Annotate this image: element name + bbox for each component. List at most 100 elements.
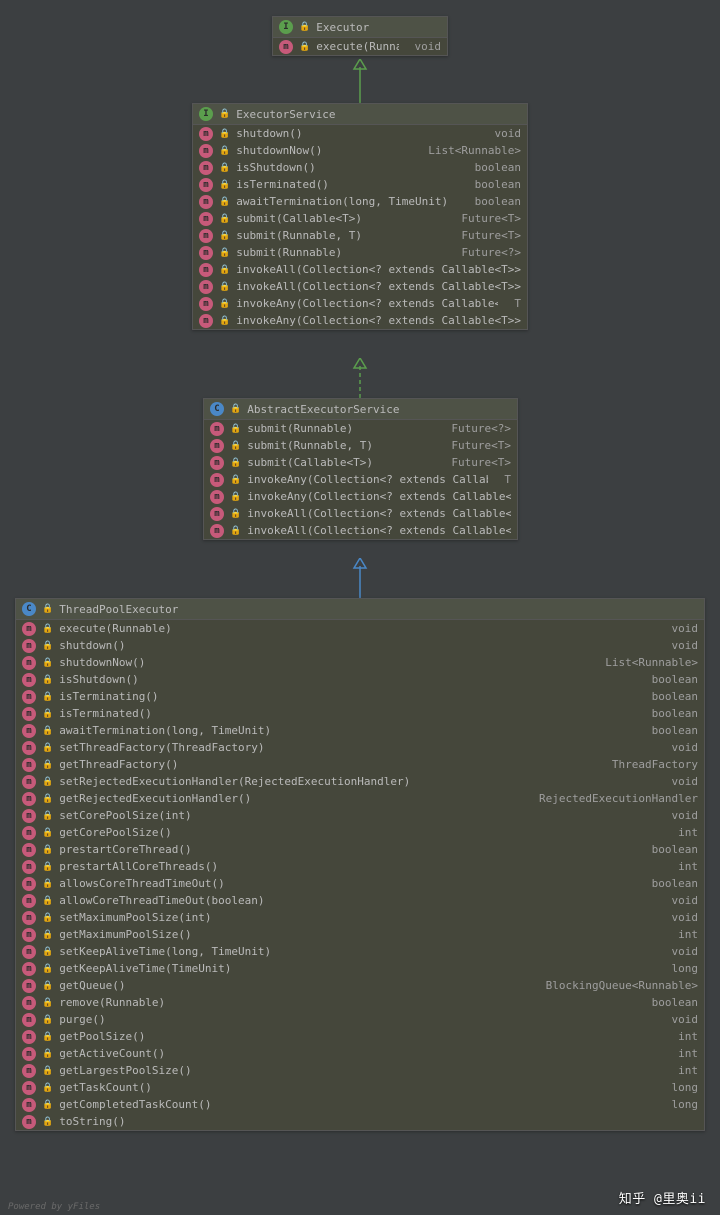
method-row[interactable]: m🔒remove(Runnable)boolean [16, 994, 704, 1011]
lock-icon: 🔒 [230, 475, 241, 485]
method-signature: getPoolSize() [59, 1030, 662, 1043]
lock-icon: 🔒 [42, 604, 53, 614]
method-row[interactable]: m🔒execute(Runnable)void [273, 38, 447, 55]
lock-icon: 🔒 [42, 913, 53, 923]
method-row[interactable]: m🔒getActiveCount()int [16, 1045, 704, 1062]
class-body: m🔒execute(Runnable)voidm🔒shutdown()void m… [16, 620, 704, 1130]
method-icon: m [22, 996, 36, 1010]
method-signature: allowsCoreThreadTimeOut() [59, 877, 635, 890]
method-signature: submit(Callable<T>) [236, 212, 445, 225]
return-type: int [668, 826, 698, 839]
method-row[interactable]: m🔒getRejectedExecutionHandler()RejectedE… [16, 790, 704, 807]
method-row[interactable]: m🔒invokeAll(Collection<? extends Callabl… [193, 278, 527, 295]
return-type: long [662, 1098, 699, 1111]
lock-icon: 🔒 [299, 42, 310, 52]
return-type: List<Runnable> [595, 656, 698, 669]
method-row[interactable]: m🔒allowsCoreThreadTimeOut()boolean [16, 875, 704, 892]
return-type: Future<T> [441, 456, 511, 469]
method-icon: m [279, 40, 293, 54]
method-row[interactable]: m🔒shutdownNow()List<Runnable> [16, 654, 704, 671]
lock-icon: 🔒 [42, 675, 53, 685]
method-row[interactable]: m🔒prestartCoreThread()boolean [16, 841, 704, 858]
lock-icon: 🔒 [42, 777, 53, 787]
return-type: boolean [642, 673, 698, 686]
method-icon: m [210, 422, 224, 436]
method-row[interactable]: m🔒getQueue()BlockingQueue<Runnable> [16, 977, 704, 994]
class-header: I🔒ExecutorService [193, 104, 527, 125]
method-row[interactable]: m🔒shutdown()void [16, 637, 704, 654]
method-row[interactable]: m🔒invokeAll(Collection<? extends Callabl… [204, 505, 517, 522]
method-row[interactable]: m🔒invokeAny(Collection<? extends Callabl… [193, 295, 527, 312]
method-row[interactable]: m🔒setKeepAliveTime(long, TimeUnit)void [16, 943, 704, 960]
lock-icon: 🔒 [219, 146, 230, 156]
method-signature: submit(Callable<T>) [247, 456, 435, 469]
lock-icon: 🔒 [42, 964, 53, 974]
lock-icon: 🔒 [42, 930, 53, 940]
class-box-executor-service[interactable]: I🔒ExecutorServicem🔒shutdown()voidm🔒shutd… [192, 103, 528, 330]
method-row[interactable]: m🔒getKeepAliveTime(TimeUnit)long [16, 960, 704, 977]
class-box-abstract-executor-service[interactable]: C🔒AbstractExecutorServicem🔒submit(Runnab… [203, 398, 518, 540]
method-row[interactable]: m🔒setRejectedExecutionHandler(RejectedEx… [16, 773, 704, 790]
method-signature: submit(Runnable, T) [236, 229, 445, 242]
method-icon: m [22, 1098, 36, 1112]
method-row[interactable]: m🔒isTerminating()boolean [16, 688, 704, 705]
method-row[interactable]: m🔒isShutdown()boolean [16, 671, 704, 688]
method-row[interactable]: m🔒submit(Runnable)Future<?> [204, 420, 517, 437]
lock-icon: 🔒 [42, 845, 53, 855]
lock-icon: 🔒 [42, 1049, 53, 1059]
method-signature: isTerminating() [59, 690, 635, 703]
method-row[interactable]: m🔒getCompletedTaskCount()long [16, 1096, 704, 1113]
method-row[interactable]: m🔒submit(Callable<T>)Future<T> [193, 210, 527, 227]
method-row[interactable]: m🔒invokeAny(Collection<? extends Callabl… [204, 471, 517, 488]
method-icon: m [22, 911, 36, 925]
method-row[interactable]: m🔒setMaximumPoolSize(int)void [16, 909, 704, 926]
return-type: boolean [642, 877, 698, 890]
method-row[interactable]: m🔒submit(Runnable, T)Future<T> [193, 227, 527, 244]
class-name: AbstractExecutorService [247, 403, 399, 416]
class-box-executor[interactable]: I🔒Executorm🔒execute(Runnable)void [272, 16, 448, 56]
lock-icon: 🔒 [219, 163, 230, 173]
method-row[interactable]: m🔒submit(Callable<T>)Future<T> [204, 454, 517, 471]
class-box-thread-pool-executor[interactable]: C🔒ThreadPoolExecutorm🔒execute(Runnable)v… [15, 598, 705, 1131]
method-row[interactable]: m🔒invokeAny(Collection<? extends Callabl… [193, 312, 527, 329]
method-row[interactable]: m🔒submit(Runnable)Future<?> [193, 244, 527, 261]
method-row[interactable]: m🔒getLargestPoolSize()int [16, 1062, 704, 1079]
method-row[interactable]: m🔒isShutdown()boolean [193, 159, 527, 176]
lock-icon: 🔒 [42, 811, 53, 821]
method-row[interactable]: m🔒submit(Runnable, T)Future<T> [204, 437, 517, 454]
interface-icon: I [199, 107, 213, 121]
method-row[interactable]: m🔒invokeAll(Collection<? extends Callabl… [193, 261, 527, 278]
method-row[interactable]: m🔒invokeAll(Collection<? extends Callabl… [204, 522, 517, 539]
method-row[interactable]: m🔒isTerminated()boolean [16, 705, 704, 722]
method-row[interactable]: m🔒awaitTermination(long, TimeUnit)boolea… [16, 722, 704, 739]
method-row[interactable]: m🔒setCorePoolSize(int)void [16, 807, 704, 824]
method-row[interactable]: m🔒isTerminated()boolean [193, 176, 527, 193]
lock-icon: 🔒 [42, 794, 53, 804]
return-type: boolean [642, 843, 698, 856]
method-row[interactable]: m🔒invokeAny(Collection<? extends Callabl… [204, 488, 517, 505]
method-row[interactable]: m🔒purge()void [16, 1011, 704, 1028]
method-row[interactable]: m🔒allowCoreThreadTimeOut(boolean)void [16, 892, 704, 909]
method-row[interactable]: m🔒getTaskCount()long [16, 1079, 704, 1096]
method-row[interactable]: m🔒shutdown()void [193, 125, 527, 142]
lock-icon: 🔒 [42, 658, 53, 668]
lock-icon: 🔒 [42, 641, 53, 651]
class-name: ThreadPoolExecutor [59, 603, 178, 616]
lock-icon: 🔒 [42, 1100, 53, 1110]
method-row[interactable]: m🔒getThreadFactory()ThreadFactory [16, 756, 704, 773]
method-row[interactable]: m🔒setThreadFactory(ThreadFactory)void [16, 739, 704, 756]
lock-icon: 🔒 [42, 879, 53, 889]
lock-icon: 🔒 [42, 624, 53, 634]
method-row[interactable]: m🔒shutdownNow()List<Runnable> [193, 142, 527, 159]
method-row[interactable]: m🔒execute(Runnable)void [16, 620, 704, 637]
method-icon: m [199, 314, 213, 328]
method-icon: m [22, 656, 36, 670]
method-row[interactable]: m🔒getMaximumPoolSize()int [16, 926, 704, 943]
method-row[interactable]: m🔒getCorePoolSize()int [16, 824, 704, 841]
method-row[interactable]: m🔒toString() [16, 1113, 704, 1130]
method-row[interactable]: m🔒getPoolSize()int [16, 1028, 704, 1045]
method-row[interactable]: m🔒prestartAllCoreThreads()int [16, 858, 704, 875]
method-row[interactable]: m🔒awaitTermination(long, TimeUnit)boolea… [193, 193, 527, 210]
lock-icon: 🔒 [230, 441, 241, 451]
return-type: long [662, 1081, 699, 1094]
